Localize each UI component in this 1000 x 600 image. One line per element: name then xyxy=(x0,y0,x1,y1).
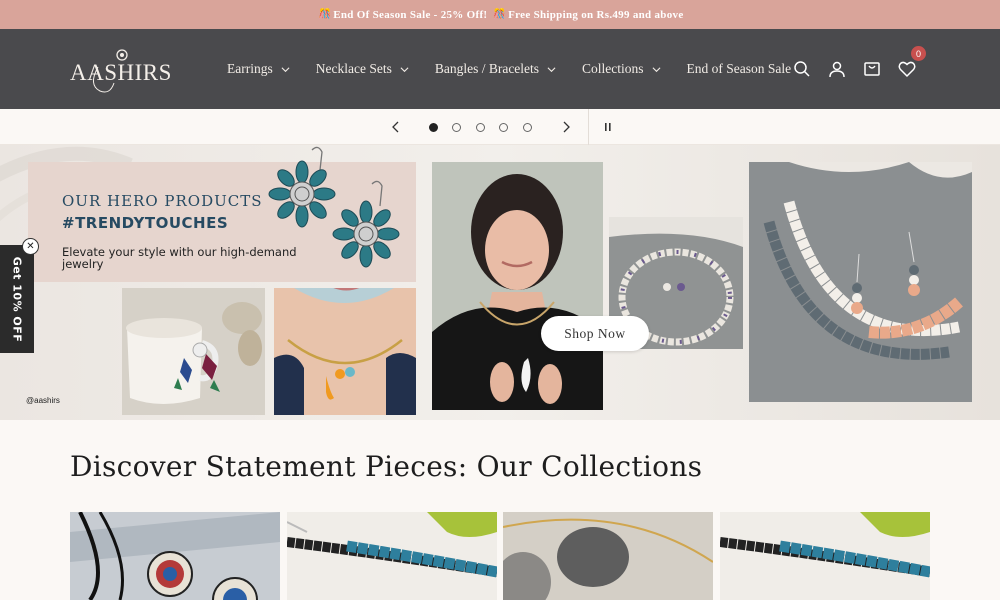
earring-illustration xyxy=(268,146,400,268)
main-nav: Earrings Necklace Sets Bangles / Bracele… xyxy=(227,29,817,109)
site-header: AASHIRS Earrings Necklace Sets Bangles /… xyxy=(0,29,1000,109)
announcement-text-shipping: Free Shipping on Rs.499 and above xyxy=(508,8,684,21)
wishlist-count-badge: 0 xyxy=(911,46,926,61)
slide-dot-1[interactable] xyxy=(429,123,438,132)
wishlist-icon[interactable]: 0 xyxy=(898,46,926,78)
chevron-down-icon xyxy=(281,66,290,72)
nav-earrings[interactable]: Earrings xyxy=(227,61,290,77)
logo[interactable]: AASHIRS xyxy=(70,45,171,95)
header-icons: 0 xyxy=(793,29,926,109)
hero-hashtag: #TRENDYTOUCHES xyxy=(62,214,229,232)
logo-text: AASHIRS xyxy=(70,60,170,85)
chevron-left-icon[interactable] xyxy=(391,121,401,133)
nav-end-of-season-sale[interactable]: End of Season Sale xyxy=(687,61,792,77)
nav-bangles-bracelets[interactable]: Bangles / Bracelets xyxy=(435,61,556,77)
account-icon[interactable] xyxy=(828,60,846,78)
announcement-bar: 🎊 End Of Season Sale - 25% Off! 🎊 Free S… xyxy=(0,0,1000,29)
search-icon[interactable] xyxy=(793,60,811,78)
collection-card-4[interactable] xyxy=(720,512,930,600)
chevron-down-icon xyxy=(547,66,556,72)
chevron-down-icon xyxy=(652,66,661,72)
nav-label: Earrings xyxy=(227,61,273,76)
collection-card-2[interactable] xyxy=(287,512,497,600)
slide-dot-2[interactable] xyxy=(452,123,461,132)
nav-label: Necklace Sets xyxy=(315,61,392,76)
shop-now-button[interactable]: Shop Now xyxy=(541,316,649,351)
pause-icon[interactable] xyxy=(603,121,613,133)
product-photo-cup-earrings xyxy=(122,288,265,415)
hero-banner: OUR HERO PRODUCTS #TRENDYTOUCHES Elevate… xyxy=(0,145,1000,420)
nav-label: Bangles / Bracelets xyxy=(434,61,540,76)
collection-card-3[interactable] xyxy=(503,512,713,600)
divider xyxy=(588,109,589,145)
cart-icon[interactable] xyxy=(863,60,881,78)
slide-dot-3[interactable] xyxy=(476,123,485,132)
collection-card-1[interactable] xyxy=(70,512,280,600)
product-photo-necklace-model xyxy=(274,288,416,415)
nav-collections[interactable]: Collections xyxy=(582,61,661,77)
announcement-text-sale: End Of Season Sale - 25% Off! xyxy=(333,8,488,21)
slideshow-controls xyxy=(0,109,1000,145)
nav-label: Collections xyxy=(582,61,644,76)
confetti-icon: 🎊 xyxy=(318,9,332,20)
instagram-handle: @aashirs xyxy=(26,396,60,405)
chevron-right-icon[interactable] xyxy=(561,121,571,133)
nav-necklace-sets[interactable]: Necklace Sets xyxy=(316,61,409,77)
hero-title: OUR HERO PRODUCTS xyxy=(62,192,263,210)
close-icon[interactable]: ✕ xyxy=(22,238,39,255)
discount-side-tab[interactable]: Get 10% OFF xyxy=(0,245,34,353)
product-photo-model xyxy=(432,162,603,410)
product-photo-pearl-necklace-large xyxy=(749,162,972,402)
collections-title: Discover Statement Pieces: Our Collectio… xyxy=(70,450,703,483)
confetti-icon: 🎊 xyxy=(493,9,507,20)
discount-tab-label: Get 10% OFF xyxy=(10,256,24,342)
nav-label: End of Season Sale xyxy=(686,61,792,76)
hero-text-card: OUR HERO PRODUCTS #TRENDYTOUCHES Elevate… xyxy=(28,146,416,282)
slide-dot-5[interactable] xyxy=(523,123,532,132)
chevron-down-icon xyxy=(400,66,409,72)
slide-dot-4[interactable] xyxy=(499,123,508,132)
